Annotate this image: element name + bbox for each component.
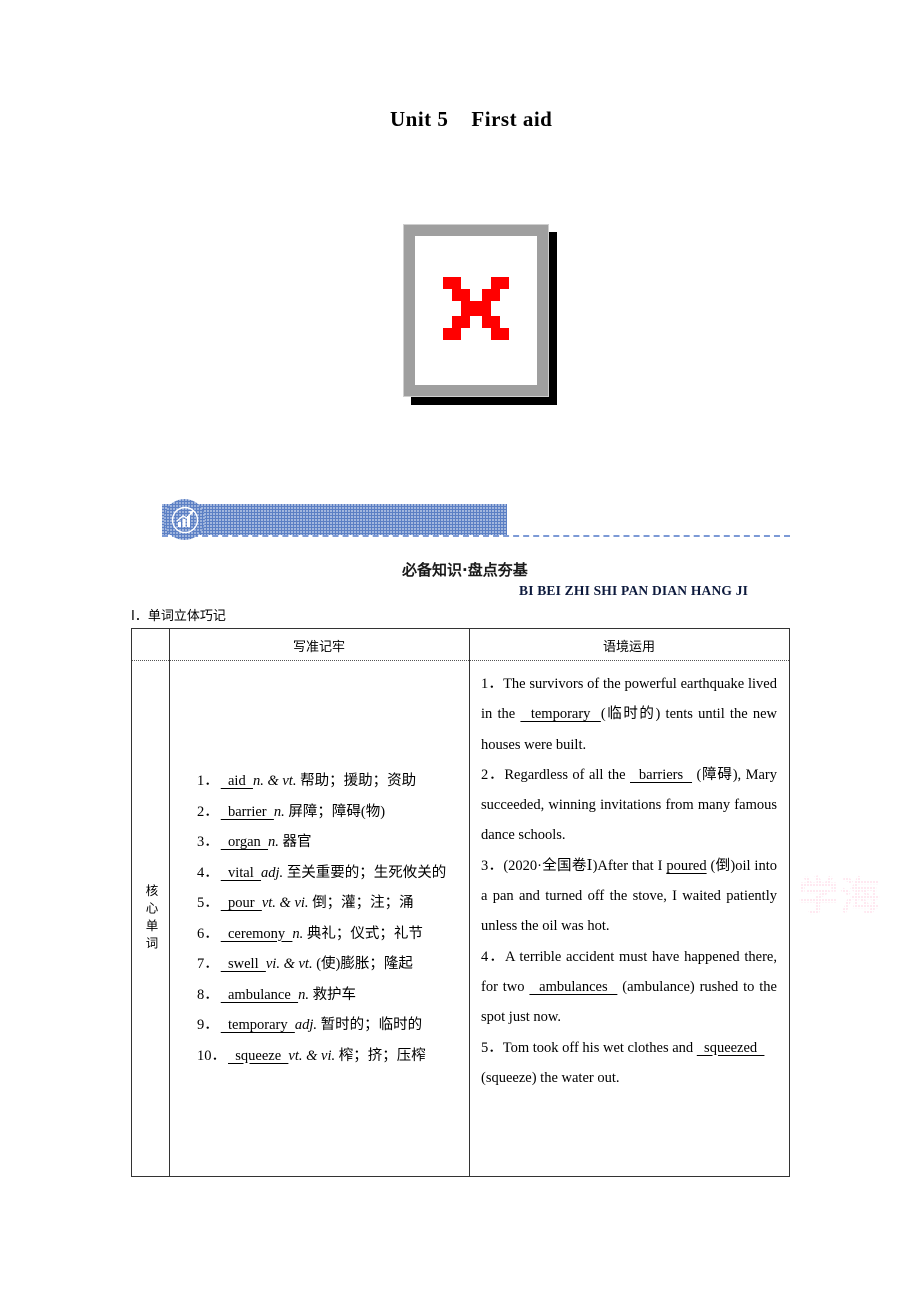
context-post: (squeeze) the water out. [481,1069,620,1086]
word-item: 10． squeeze vt. & vi. 榨；挤；压榨 [197,1041,459,1072]
word-blank: ceremony [220,925,293,942]
word-number: 8． [197,986,219,1003]
context-list: 1．The survivors of the powerful earthqua… [469,661,789,1176]
word-number: 10． [197,1047,226,1064]
context-number: 5． [481,1039,503,1056]
context-item: 3．(2020·全国卷Ⅰ)After that I poured (倒)oil … [481,851,777,942]
word-blank: vital [220,864,262,881]
table-header-context: 语境运用 [602,639,655,655]
table-header-write: 写准记牢 [292,639,345,655]
word-item: 4． vital adj. 至关重要的；生死攸关的 [197,858,459,889]
context-number: 1． [481,676,504,692]
row-label-text: 核心单词 [143,883,159,954]
word-pos: n. [292,925,304,942]
word-item: 3． organ n. 器官 [197,827,459,858]
word-pos: vt. & vi. [261,895,309,911]
word-meaning: 典礼；仪式；礼节 [306,925,423,942]
word-number: 7． [197,956,219,972]
word-item: 6． ceremony n. 典礼；仪式；礼节 [197,919,459,950]
row-label-core-words: 核心单词 [132,661,169,1176]
context-item: 2．Regardless of all the barriers (障碍), M… [481,760,777,851]
word-meaning: 帮助；援助；资助 [300,773,417,789]
word-meaning: 榨；挤；压榨 [338,1047,426,1064]
word-meaning: 救护车 [312,986,357,1003]
bar-chart-growth-icon [164,499,205,540]
subsection-title: Ⅰ．单词立体巧记 [131,609,226,624]
word-pos: n. & vt. [252,773,297,789]
word-pos: vt. & vi. [288,1047,336,1064]
word-meaning: 倒；灌；注；涌 [312,895,414,911]
section-banner [131,499,790,547]
context-blank: barriers [630,766,693,783]
word-pos: n. [298,986,309,1003]
context-pre: Tom took off his wet clothes and [502,1039,697,1056]
page-title: Unit 5 First aid [390,107,553,131]
word-list: 1． aid n. & vt. 帮助；援助；资助 2． barrier n. 屏… [169,661,469,1176]
word-meaning: 暂时的；临时的 [320,1017,423,1033]
word-pos: n. [268,834,279,850]
context-number: 4． [481,948,505,965]
word-number: 4． [197,864,219,881]
word-pos: vi. & vt. [265,956,313,972]
word-meaning: 屏障；障碍(物) [288,803,386,820]
vocabulary-table: 写准记牢 语境运用 核心单词 1． aid n. & vt. 帮助；援助；资助 … [131,628,790,1177]
word-number: 9． [197,1017,219,1033]
word-pos: adj. [261,864,284,881]
section-title-pinyin: BI BEI ZHI SHI PAN DIAN HANG JI [519,583,749,598]
word-number: 2． [197,803,219,820]
word-number: 1． [197,773,219,789]
word-item: 9． temporary adj. 暂时的；临时的 [197,1010,459,1041]
word-meaning: 至关重要的；生死攸关的 [286,864,447,881]
watermark: 学海 [798,874,882,920]
word-pos: adj. [294,1017,317,1033]
table-header-corner [132,629,169,661]
table-body-row: 核心单词 1． aid n. & vt. 帮助；援助；资助 2． barrier… [132,661,789,1176]
word-item: 8． ambulance n. 救护车 [197,980,459,1011]
context-number: 3． [481,857,504,874]
word-blank: organ [220,834,269,850]
word-item: 1． aid n. & vt. 帮助；援助；资助 [197,766,459,797]
word-blank: ambulance [220,986,299,1003]
banner-dashed-rule [162,535,790,537]
red-x-icon [443,277,509,340]
context-item: 1．The survivors of the powerful earthqua… [481,669,777,760]
context-blank: poured [666,857,707,874]
word-item: 7． swell vi. & vt. (使)膨胀；隆起 [197,949,459,980]
context-blank: ambulances [529,978,618,995]
banner-bar [162,504,507,535]
word-blank: squeeze [228,1047,289,1064]
context-pre: Regardless of all the [504,766,631,783]
word-blank: pour [220,895,262,911]
word-item: 5． pour vt. & vi. 倒；灌；注；涌 [197,888,459,919]
context-number: 2． [481,766,505,783]
word-number: 6． [197,925,219,942]
word-meaning: 器官 [282,834,312,850]
word-blank: swell [220,956,266,972]
context-item: 4．A terrible accident must have happened… [481,942,777,1033]
word-blank: temporary [220,1017,295,1033]
word-meaning: (使)膨胀；隆起 [316,956,413,972]
word-number: 5． [197,895,219,911]
context-pre: (2020·全国卷Ⅰ)After that I [503,857,667,874]
context-item: 5．Tom took off his wet clothes and squee… [481,1033,777,1094]
word-blank: aid [220,773,253,789]
word-pos: n. [273,803,285,820]
context-blank: temporary [520,706,601,723]
context-blank: squeezed [696,1039,765,1056]
word-blank: barrier [220,803,274,820]
word-item: 2． barrier n. 屏障；障碍(物) [197,797,459,828]
word-number: 3． [197,834,219,850]
table-header-row: 写准记牢 语境运用 [132,629,789,661]
section-title-cn: 必备知识·盘点夯基 [402,561,528,579]
